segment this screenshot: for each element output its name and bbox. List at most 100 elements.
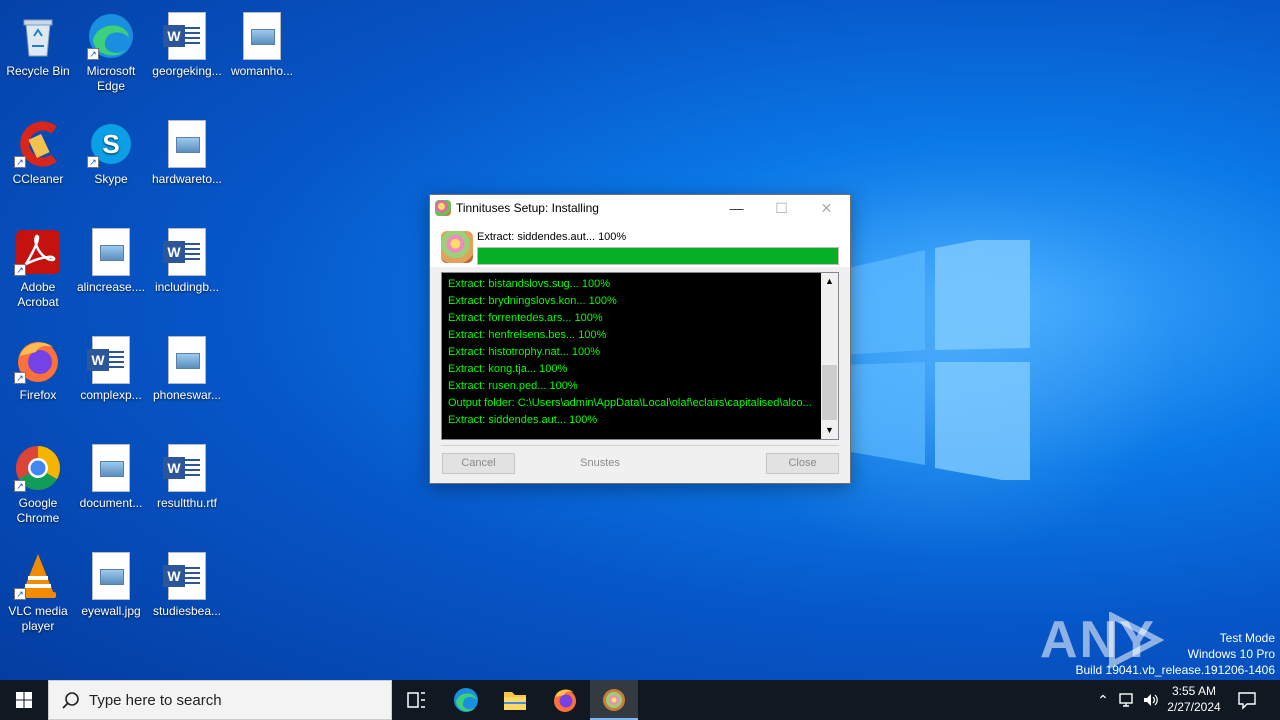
close-window-button[interactable]: ✕	[804, 195, 849, 221]
image-file-icon	[87, 552, 135, 600]
desktop-icon-label: eyewall.jpg	[81, 604, 141, 618]
install-progress-bar	[477, 247, 839, 265]
scroll-down-arrow-icon[interactable]: ▼	[821, 422, 838, 439]
desktop-icon-label: resultthu.rtf	[156, 496, 218, 510]
search-placeholder: Type here to search	[89, 692, 222, 709]
install-log[interactable]: Extract: bistandslovs.sug... 100% Extrac…	[441, 272, 839, 440]
test-mode-notice: Test Mode Windows 10 Pro Build 19041.vb_…	[1076, 630, 1276, 678]
desktop-icon-complexp[interactable]: W complexp...	[73, 330, 149, 403]
folder-icon	[504, 692, 526, 710]
desktop-icon-label: Firefox	[19, 388, 57, 402]
desktop-icon-label: Skype	[94, 172, 128, 186]
shortcut-arrow-icon: ↗	[14, 372, 26, 384]
word-document-icon: W	[163, 552, 211, 600]
clock-date: 2/27/2024	[1167, 700, 1221, 714]
desktop-icon-recycle-bin[interactable]: Recycle Bin	[0, 6, 76, 79]
desktop-icon-label: hardwareto...	[151, 172, 223, 186]
desktop-icon-edge[interactable]: ↗ Microsoft Edge	[73, 6, 149, 94]
desktop-icon-eyewall[interactable]: eyewall.jpg	[73, 546, 149, 619]
word-document-icon: W	[163, 444, 211, 492]
vlc-icon: ↗	[14, 552, 62, 600]
close-button[interactable]: Close	[766, 453, 839, 474]
taskbar-firefox[interactable]	[541, 680, 589, 720]
desktop-icon-label: VLC media player	[8, 604, 68, 633]
desktop-icon-studiesbea[interactable]: W studiesbea...	[149, 546, 225, 619]
desktop-icon-includingb[interactable]: W includingb...	[149, 222, 225, 295]
desktop-icon-vlc[interactable]: ↗ VLC media player	[0, 546, 76, 634]
image-file-icon	[87, 444, 135, 492]
image-file-icon	[87, 228, 135, 276]
desktop-icon-label: alincrease....	[76, 280, 146, 294]
log-line: Extract: rusen.ped... 100%	[448, 380, 578, 392]
chevron-up-icon[interactable]: ⌃	[1094, 691, 1112, 709]
firefox-icon	[554, 689, 576, 712]
desktop-icon-hardwareto[interactable]: hardwareto...	[149, 114, 225, 187]
notification-center-icon[interactable]	[1237, 690, 1257, 710]
log-line: Extract: forrentedes.ars... 100%	[448, 312, 603, 324]
windows-start-icon	[16, 692, 32, 708]
desktop-icon-womanho[interactable]: womanho...	[224, 6, 300, 79]
desktop-icon-adobe-acrobat[interactable]: ↗ Adobe Acrobat	[0, 222, 76, 310]
desktop-icon-georgeking[interactable]: W georgeking...	[149, 6, 225, 79]
installer-app-icon	[435, 200, 451, 216]
installer-app-icon	[603, 689, 625, 711]
desktop-icon-phoneswar[interactable]: phoneswar...	[149, 330, 225, 403]
desktop-icon-label: womanho...	[230, 64, 294, 78]
installer-header: Extract: siddendes.aut... 100%	[430, 221, 850, 267]
word-document-icon: W	[87, 336, 135, 384]
taskbar-search-box[interactable]: Type here to search	[48, 680, 392, 720]
scroll-up-arrow-icon[interactable]: ▲	[821, 273, 838, 290]
taskbar-clock[interactable]: 3:55 AM 2/27/2024	[1160, 683, 1228, 715]
log-line: Extract: histotrophy.nat... 100%	[448, 346, 601, 358]
minimize-button[interactable]: —	[714, 195, 759, 221]
installer-window: Tinnituses Setup: Installing — ☐ ✕ Extra…	[429, 194, 851, 484]
image-file-icon	[238, 12, 286, 60]
desktop-icon-label: includingb...	[154, 280, 220, 294]
log-scrollbar[interactable]: ▲ ▼	[821, 273, 838, 439]
taskbar-file-explorer[interactable]	[491, 680, 539, 720]
desktop-icon-label: complexp...	[80, 388, 142, 402]
installer-logo-icon	[441, 231, 473, 263]
installer-titlebar[interactable]: Tinnituses Setup: Installing — ☐ ✕	[430, 195, 850, 221]
shortcut-arrow-icon: ↗	[14, 588, 26, 600]
task-view-icon	[407, 692, 425, 708]
clock-time: 3:55 AM	[1171, 684, 1217, 698]
install-status-text: Extract: siddendes.aut... 100%	[477, 231, 627, 243]
image-file-icon	[163, 120, 211, 168]
maximize-button[interactable]: ☐	[759, 195, 804, 221]
edge-icon	[454, 688, 478, 712]
scrollbar-thumb[interactable]	[822, 365, 837, 420]
cancel-button[interactable]: Cancel	[442, 453, 515, 474]
desktop-icon-label: georgeking...	[152, 64, 222, 78]
desktop-icon-label: Google Chrome	[16, 496, 60, 525]
windows-logo-wallpaper	[840, 240, 1030, 480]
log-line: Extract: brydningslovs.kon... 100%	[448, 295, 617, 307]
desktop-icon-document[interactable]: document...	[73, 438, 149, 511]
shortcut-arrow-icon: ↗	[87, 156, 99, 168]
network-icon[interactable]	[1118, 691, 1136, 709]
volume-icon[interactable]	[1142, 691, 1160, 709]
skype-icon: S ↗	[87, 120, 135, 168]
desktop-icon-resultthu[interactable]: W resultthu.rtf	[149, 438, 225, 511]
desktop-icon-alincrease[interactable]: alincrease....	[73, 222, 149, 295]
start-button[interactable]	[0, 680, 48, 720]
desktop-icon-label: CCleaner	[12, 172, 64, 186]
adobe-acrobat-icon: ↗	[14, 228, 62, 276]
dialog-separator	[441, 445, 839, 446]
svg-text:S: S	[102, 129, 119, 159]
taskbar-edge[interactable]	[442, 680, 490, 720]
desktop-icon-ccleaner[interactable]: ↗ CCleaner	[0, 114, 76, 187]
desktop-icon-label: phoneswar...	[152, 388, 222, 402]
desktop-icon-label: studiesbea...	[152, 604, 222, 618]
install-log-lines: Extract: bistandslovs.sug... 100% Extrac…	[448, 276, 820, 429]
word-document-icon: W	[163, 12, 211, 60]
desktop-icon-label: Recycle Bin	[6, 64, 70, 78]
desktop-icon-google-chrome[interactable]: ↗ Google Chrome	[0, 438, 76, 526]
desktop-icon-skype[interactable]: S ↗ Skype	[73, 114, 149, 187]
word-document-icon: W	[163, 228, 211, 276]
shortcut-arrow-icon: ↗	[14, 264, 26, 276]
desktop-icon-firefox[interactable]: ↗ Firefox	[0, 330, 76, 403]
task-view-button[interactable]	[392, 680, 440, 720]
desktop-icon-label: Microsoft Edge	[86, 64, 136, 93]
taskbar-installer[interactable]	[590, 680, 638, 720]
